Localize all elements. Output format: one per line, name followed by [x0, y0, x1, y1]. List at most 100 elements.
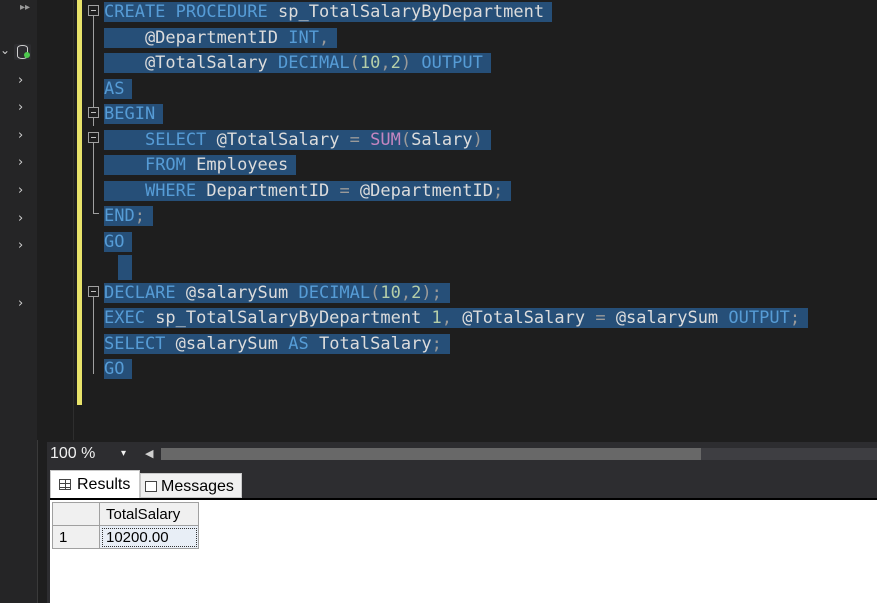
code-line[interactable]: @DepartmentID INT, [104, 26, 338, 52]
code-token: FROM [144, 155, 186, 175]
code-token: = [595, 308, 606, 328]
code-token: @DepartmentID [104, 27, 289, 48]
code-token: ( [370, 282, 381, 303]
selection-highlight: END; [104, 206, 153, 226]
code-token: Employees [185, 155, 289, 175]
fold-toggle-icon[interactable] [88, 5, 99, 16]
code-token: ; [134, 206, 145, 226]
code-line[interactable]: CREATE PROCEDURE sp_TotalSalaryByDepartm… [104, 0, 553, 26]
tree-expand-icon[interactable]: › [18, 128, 23, 143]
selection-highlight: @DepartmentID INT, [104, 27, 338, 48]
object-explorer-panel: ▸▸ ⌄ › › › › › › › › [0, 0, 38, 603]
code-token: GO [104, 359, 125, 379]
db-expand-icon[interactable]: ⌄ [0, 43, 10, 57]
tree-expand-icon[interactable]: › [18, 100, 23, 115]
tab-results-label: Results [77, 476, 131, 493]
code-token: DECLARE [104, 282, 176, 303]
line-gutter [37, 0, 74, 440]
code-line[interactable]: EXEC sp_TotalSalaryByDepartment 1, @Tota… [104, 306, 809, 332]
tab-messages-label: Messages [161, 478, 234, 495]
code-line[interactable]: SELECT @TotalSalary = SUM(Salary) [104, 128, 491, 154]
code-line[interactable]: END; [104, 204, 153, 230]
code-token: 2 [390, 53, 401, 73]
code-token: @salarySum [165, 333, 289, 354]
code-line[interactable]: @TotalSalary DECIMAL(10,2) OUTPUT [104, 51, 491, 77]
row-number[interactable]: 1 [52, 525, 100, 549]
tab-messages[interactable]: Messages [140, 473, 242, 498]
scrollbar-thumb[interactable] [161, 448, 701, 460]
code-token: ) [472, 129, 483, 150]
selection-highlight: CREATE PROCEDURE sp_TotalSalaryByDepartm… [104, 2, 553, 22]
fold-guide [93, 118, 94, 126]
code-token: = [349, 129, 360, 150]
code-token: , [400, 282, 412, 303]
scroll-left-icon[interactable]: ◀ [145, 442, 153, 466]
selection-highlight: GO [104, 231, 133, 252]
code-token: OUTPUT [728, 308, 790, 328]
code-token: WHERE [144, 180, 197, 201]
code-token: , [318, 27, 330, 48]
code-token: AS [104, 78, 125, 99]
code-token: @salarySum [175, 282, 299, 303]
tree-expand-icon[interactable]: › [18, 238, 23, 253]
code-token: ; [431, 333, 442, 354]
chevron-down-icon[interactable]: ▾ [121, 442, 126, 466]
code-line[interactable] [104, 255, 132, 281]
horizontal-scrollbar[interactable] [161, 448, 877, 460]
tree-expand-icon[interactable]: › [18, 183, 23, 198]
code-token: OUTPUT [421, 53, 483, 73]
results-panel: Results Messages TotalSalary 1 10200.00 [47, 466, 877, 603]
code-token: , [380, 53, 391, 73]
code-token: @TotalSalary [206, 129, 350, 150]
zoom-value: 100 % [50, 445, 96, 462]
editor-status-bar: 100 % ▾ ◀ [47, 442, 877, 466]
grid-cell[interactable]: 10200.00 [99, 525, 199, 549]
code-token: ; [492, 180, 504, 201]
code-token: sp_TotalSalaryByDepartment [144, 308, 432, 328]
code-token: AS [288, 333, 309, 354]
code-token: TotalSalary [308, 333, 432, 354]
database-icon[interactable] [14, 44, 31, 60]
code-line[interactable]: GO [104, 357, 133, 383]
code-token: 10 [380, 282, 401, 303]
code-line[interactable]: FROM Employees [104, 153, 297, 179]
table-row[interactable]: 1 10200.00 [52, 525, 199, 549]
code-token: SELECT [104, 333, 166, 354]
results-grid[interactable]: TotalSalary 1 10200.00 [52, 502, 199, 549]
grid-corner[interactable] [52, 502, 100, 526]
tree-expand-icon[interactable]: › [18, 296, 23, 311]
code-token: SUM [370, 129, 401, 150]
selection-highlight: DECLARE @salarySum DECIMAL(10,2); [104, 282, 450, 303]
collapse-panel-icon[interactable]: ▸▸ [20, 2, 30, 13]
code-line[interactable]: DECLARE @salarySum DECIMAL(10,2); [104, 281, 450, 307]
fold-toggle-icon[interactable] [88, 132, 99, 143]
code-token: ) [400, 53, 412, 73]
tree-expand-icon[interactable]: › [18, 73, 23, 88]
code-token: , [441, 308, 453, 328]
code-token: @salarySum [605, 308, 729, 328]
tree-expand-icon[interactable]: › [18, 211, 23, 226]
tree-expand-icon[interactable]: › [18, 155, 23, 170]
fold-toggle-icon[interactable] [88, 107, 99, 118]
code-line[interactable]: GO [104, 230, 133, 256]
code-token: BEGIN [104, 104, 156, 124]
code-token: 2 [411, 282, 422, 303]
code-line[interactable]: BEGIN [104, 102, 164, 128]
code-token: DECIMAL [278, 53, 350, 73]
selection-highlight [118, 255, 132, 280]
fold-toggle-icon[interactable] [88, 286, 99, 297]
code-token: ); [421, 282, 442, 303]
column-header[interactable]: TotalSalary [99, 502, 199, 526]
fold-guide [93, 297, 94, 374]
code-token: DepartmentID [196, 180, 340, 201]
code-line[interactable]: AS [104, 77, 133, 103]
fold-end-mark [93, 213, 99, 214]
query-editor[interactable]: CREATE PROCEDURE sp_TotalSalaryByDepartm… [37, 0, 877, 440]
tab-results[interactable]: Results [50, 470, 140, 498]
code-line[interactable]: WHERE DepartmentID = @DepartmentID; [104, 179, 512, 205]
code-token: ; [789, 308, 801, 328]
code-line[interactable]: SELECT @salarySum AS TotalSalary; [104, 332, 450, 358]
